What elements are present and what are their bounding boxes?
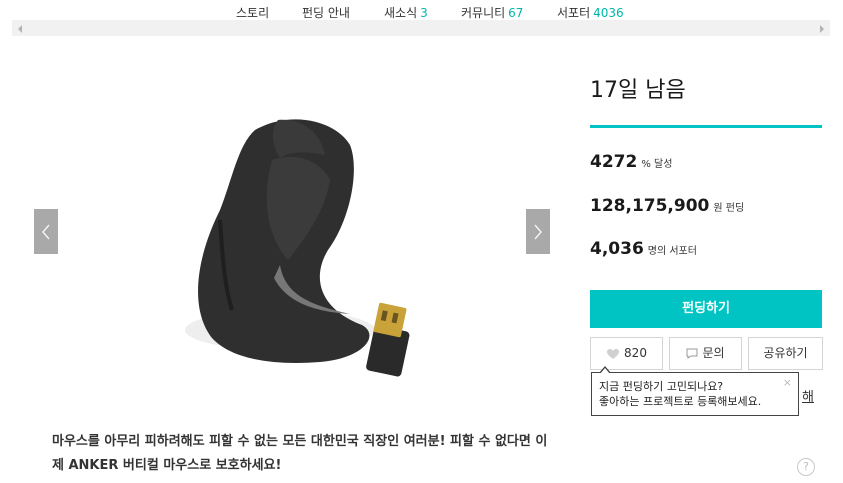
partial-link[interactable]: 해 [802, 386, 814, 405]
supporter-count: 4,036 명의 서포터 [590, 239, 697, 259]
tab-supporters[interactable]: 서포터 4036 [557, 4, 624, 21]
wishlist-tooltip: 지금 펀딩하기 고민되나요? 좋아하는 프로젝트로 등록해보세요. × [591, 372, 799, 416]
help-icon[interactable]: ? [797, 458, 815, 476]
tab-funding-guide[interactable]: 펀딩 안내 [302, 4, 350, 21]
like-count: 820 [624, 346, 647, 360]
share-label: 공유하기 [763, 346, 808, 360]
tooltip-close-icon[interactable]: × [783, 375, 792, 390]
fund-button[interactable]: 펀딩하기 [590, 290, 822, 328]
tooltip-arrow-inner [600, 368, 610, 374]
chat-icon [686, 348, 698, 359]
scroll-left-icon[interactable] [18, 25, 22, 33]
bottom-link-cutoff [648, 477, 788, 483]
gallery-prev-button[interactable] [34, 209, 58, 254]
tab-community[interactable]: 커뮤니티 67 [461, 4, 523, 21]
tab-news[interactable]: 새소식 3 [384, 4, 428, 21]
tooltip-line1: 지금 펀딩하기 고민되나요? [599, 380, 724, 393]
achievement-rate: 4272% 달성 [590, 152, 673, 172]
share-button[interactable]: 공유하기 [748, 337, 823, 370]
progress-bar [590, 125, 822, 128]
tab-supporters-count: 4036 [593, 6, 624, 20]
tab-community-count: 67 [508, 6, 524, 20]
inquiry-label: 문의 [702, 346, 725, 360]
inquiry-button[interactable]: 문의 [669, 337, 742, 370]
funded-amount: 128,175,900 원 펀딩 [590, 196, 745, 216]
gallery-next-button[interactable] [526, 209, 550, 254]
chevron-right-icon [534, 224, 542, 240]
tab-story[interactable]: 스토리 [236, 4, 269, 21]
scroll-right-icon[interactable] [820, 25, 824, 33]
product-gallery [0, 60, 580, 420]
heart-icon [607, 348, 620, 359]
product-image [160, 100, 440, 410]
tooltip-line2: 좋아하는 프로젝트로 등록해보세요. [599, 395, 762, 408]
days-left: 17일 남음 [590, 78, 686, 103]
project-headline: 마우스를 아무리 피하려해도 피할 수 없는 모든 대한민국 직장인 여러분! … [52, 434, 548, 473]
chevron-left-icon [42, 224, 50, 240]
tab-news-count: 3 [420, 6, 428, 20]
horizontal-scrollbar[interactable] [12, 20, 830, 36]
tab-bar: 스토리 펀딩 안내 새소식 3 커뮤니티 67 서포터 4036 [0, 0, 843, 20]
